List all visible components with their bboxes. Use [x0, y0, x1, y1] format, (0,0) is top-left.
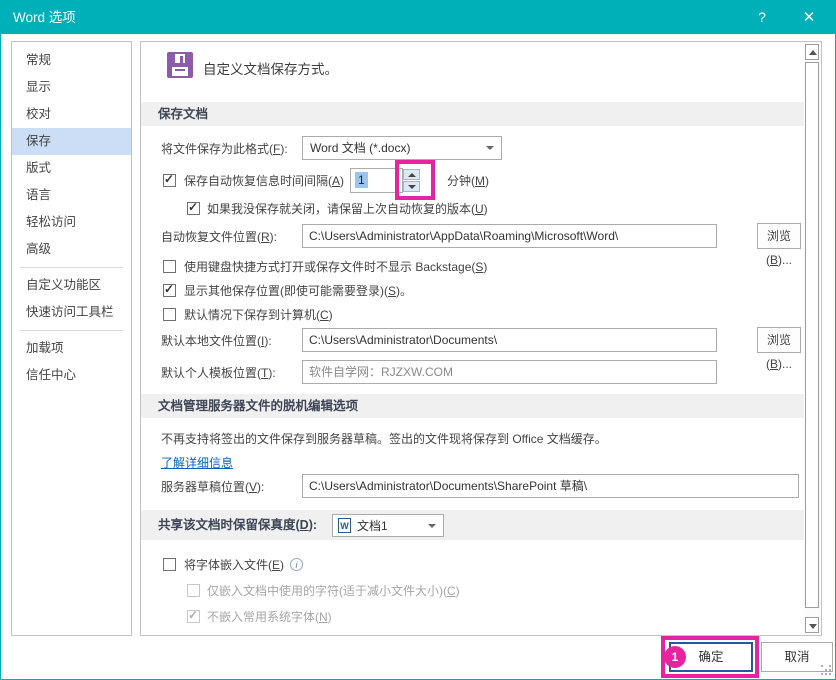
- minutes-unit-label: 分钟(M): [447, 170, 489, 192]
- offline-note: 不再支持将签出的文件保存到服务器草稿。签出的文件现将保存到 Office 文档缓…: [161, 428, 607, 450]
- resize-grip-icon[interactable]: [821, 665, 831, 675]
- server-drafts-location-input[interactable]: C:\Users\Administrator\Documents\SharePo…: [302, 474, 799, 498]
- fidelity-title: 共享该文档时保留保真度(D):: [158, 510, 804, 540]
- default-local-location-label: 默认本地文件位置(I):: [161, 330, 272, 352]
- save-to-computer-checkbox[interactable]: [163, 308, 176, 321]
- title-bar: Word 选项 ? ✕: [1, 1, 835, 34]
- embed-fonts-label[interactable]: 将字体嵌入文件(E)i: [184, 554, 303, 576]
- autorecover-location-input[interactable]: C:\Users\Administrator\AppData\Roaming\M…: [302, 224, 717, 248]
- arrow-down-icon: [809, 624, 817, 629]
- keep-last-autosaved-checkbox[interactable]: [187, 202, 200, 215]
- arrow-up-icon: [809, 50, 817, 55]
- autorecover-checkbox[interactable]: [163, 174, 176, 187]
- save-format-dropdown[interactable]: Word 文档 (*.docx): [302, 136, 502, 160]
- embed-fonts-checkbox[interactable]: [163, 558, 176, 571]
- show-other-locations-checkbox[interactable]: [163, 284, 176, 297]
- keep-last-autosaved-label[interactable]: 如果我没保存就关闭，请保留上次自动恢复的版本(U): [207, 198, 488, 220]
- info-icon: i: [290, 558, 303, 571]
- minutes-spinner: [403, 169, 420, 192]
- sidebar-item-addins[interactable]: 加载项: [12, 335, 131, 362]
- save-to-computer-label[interactable]: 默认情况下保存到计算机(C): [184, 304, 333, 326]
- embed-used-chars-label: 仅嵌入文档中使用的字符(适于减小文件大小)(C): [207, 580, 460, 602]
- section-title: 保存文档: [158, 102, 804, 126]
- word-options-dialog: Word 选项 ? ✕ 常规 显示 校对 保存 版式 语言 轻松访问 高级 自定…: [0, 0, 836, 680]
- browse-autorecover-button[interactable]: 浏览(B)...: [757, 223, 801, 249]
- chevron-down-icon: [486, 146, 494, 150]
- fidelity-document-value: 文档1: [357, 515, 388, 537]
- save-format-label: 将文件保存为此格式(F):: [161, 138, 288, 160]
- options-sidebar: 常规 显示 校对 保存 版式 语言 轻松访问 高级 自定义功能区 快速访问工具栏…: [11, 41, 132, 636]
- sidebar-item-layout[interactable]: 版式: [12, 155, 131, 182]
- floppy-disk-icon: [167, 52, 193, 78]
- page-caption: 自定义文档保存方式。: [203, 58, 338, 78]
- sidebar-item-advanced[interactable]: 高级: [12, 236, 131, 263]
- sidebar-item-customize-ribbon[interactable]: 自定义功能区: [12, 272, 131, 299]
- sidebar-separator: [20, 267, 123, 268]
- close-icon[interactable]: ✕: [789, 1, 829, 34]
- server-drafts-location-label: 服务器草稿位置(V):: [161, 476, 264, 498]
- sidebar-item-proofing[interactable]: 校对: [12, 101, 131, 128]
- autorecover-minutes-value: 1: [355, 172, 368, 188]
- autorecover-location-label: 自动恢复文件位置(R):: [161, 226, 277, 248]
- sidebar-item-quick-access-toolbar[interactable]: 快速访问工具栏: [12, 299, 131, 326]
- scroll-down-button[interactable]: [805, 617, 819, 633]
- section-title: 文档管理服务器文件的脱机编辑选项: [158, 394, 804, 418]
- scroll-up-button[interactable]: [805, 44, 819, 60]
- sidebar-item-accessibility[interactable]: 轻松访问: [12, 209, 131, 236]
- scrollbar-thumb[interactable]: [805, 62, 819, 608]
- word-document-icon: W: [338, 518, 351, 533]
- step-badge: 1: [664, 646, 686, 668]
- show-other-locations-label[interactable]: 显示其他保存位置(即使可能需要登录)(S)。: [184, 280, 412, 302]
- spinner-down-button[interactable]: [403, 181, 420, 192]
- sidebar-item-save[interactable]: 保存: [12, 128, 131, 155]
- autorecover-minutes-input[interactable]: 1: [350, 168, 403, 193]
- sidebar-separator: [20, 330, 123, 331]
- browse-local-button[interactable]: 浏览(B)...: [757, 327, 801, 353]
- sidebar-item-language[interactable]: 语言: [12, 182, 131, 209]
- no-common-fonts-checkbox: [187, 610, 200, 623]
- arrow-up-icon: [408, 173, 416, 177]
- fidelity-document-dropdown[interactable]: W 文档1: [332, 514, 444, 537]
- no-backstage-checkbox[interactable]: [163, 260, 176, 273]
- chevron-down-icon: [428, 524, 436, 528]
- save-format-value: Word 文档 (*.docx): [310, 137, 410, 159]
- sidebar-item-general[interactable]: 常规: [12, 47, 131, 74]
- section-header-fidelity: 共享该文档时保留保真度(D):: [141, 510, 804, 540]
- learn-more-link[interactable]: 了解详细信息: [161, 454, 233, 471]
- vertical-scrollbar[interactable]: [804, 42, 821, 635]
- help-icon[interactable]: ?: [744, 1, 780, 34]
- autorecover-label[interactable]: 保存自动恢复信息时间间隔(A): [184, 170, 344, 192]
- default-local-location-input[interactable]: C:\Users\Administrator\Documents\: [302, 328, 717, 352]
- default-template-location-label: 默认个人模板位置(T):: [161, 362, 276, 384]
- sidebar-item-trust-center[interactable]: 信任中心: [12, 362, 131, 389]
- spinner-up-button[interactable]: [403, 169, 420, 180]
- sidebar-item-display[interactable]: 显示: [12, 74, 131, 101]
- save-options-panel: 自定义文档保存方式。 保存文档 将文件保存为此格式(F): Word 文档 (*…: [140, 41, 822, 636]
- dialog-title: Word 选项: [13, 1, 76, 34]
- default-template-location-input[interactable]: 软件自学网：RJZXW.COM: [302, 360, 717, 384]
- embed-used-chars-checkbox: [187, 584, 200, 597]
- section-header-offline-editing: 文档管理服务器文件的脱机编辑选项: [141, 394, 804, 418]
- no-backstage-label[interactable]: 使用键盘快捷方式打开或保存文件时不显示 Backstage(S): [184, 256, 487, 278]
- arrow-down-icon: [408, 185, 416, 189]
- no-common-fonts-label: 不嵌入常用系统字体(N): [207, 606, 332, 628]
- section-header-save-documents: 保存文档: [141, 102, 804, 126]
